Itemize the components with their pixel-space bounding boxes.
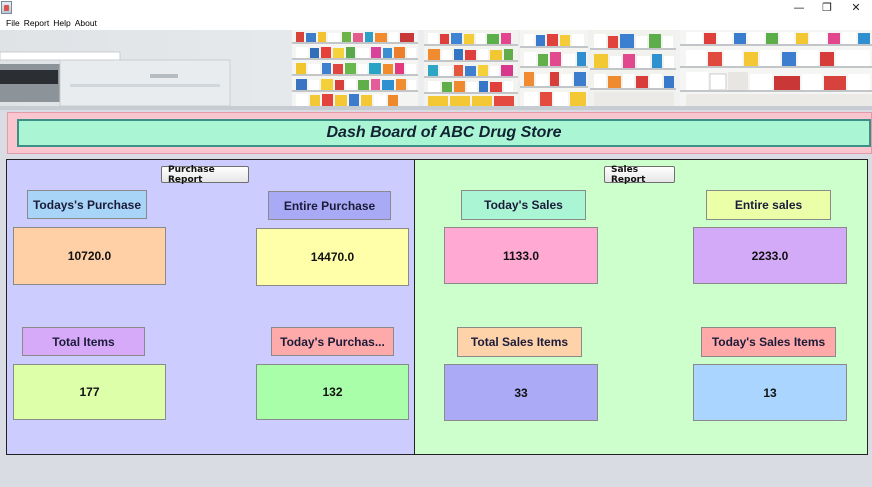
todays-sales-value: 1133.0	[444, 227, 598, 284]
purchase-report-button[interactable]: Purchase Report	[161, 165, 249, 185]
menu-about[interactable]: About	[75, 18, 97, 28]
total-sales-items-label: Total Sales Items	[457, 327, 582, 357]
entire-sales-value: 2233.0	[693, 227, 847, 284]
todays-purchase-label: Todays's Purchase	[27, 190, 147, 219]
purchase-report-panel: Purchase Report Todays's Purchase 10720.…	[6, 159, 415, 455]
sales-report-panel: Sales Report Today's Sales 1133.0 Entire…	[414, 159, 868, 455]
dashboard-title-box: Dash Board of ABC Drug Store	[17, 119, 871, 147]
todays-sales-items-label: Today's Sales Items	[701, 327, 836, 357]
total-items-value: 177	[13, 364, 166, 420]
sales-report-button[interactable]: Sales Report	[604, 165, 675, 185]
todays-purchase-items-value: 132	[256, 364, 409, 420]
menu-help[interactable]: Help	[53, 18, 70, 28]
entire-sales-label: Entire sales	[706, 190, 831, 220]
java-app-icon	[1, 1, 12, 14]
total-items-label: Total Items	[22, 327, 145, 356]
todays-purchase-items-label: Today's Purchas...	[271, 327, 394, 356]
total-sales-items-value: 33	[444, 364, 598, 421]
entire-purchase-label: Entire Purchase	[268, 191, 391, 220]
pharmacy-banner-image	[0, 30, 872, 106]
minimize-button[interactable]: —	[784, 0, 814, 15]
menu-file[interactable]: File	[6, 18, 20, 28]
window-title-bar	[0, 0, 872, 16]
dashboard-title: Dash Board of ABC Drug Store	[326, 124, 562, 141]
banner-divider	[0, 106, 872, 110]
menu-bar: File Report Help About	[0, 16, 872, 30]
close-button[interactable]: ✕	[841, 0, 871, 15]
maximize-button[interactable]: ❐	[812, 0, 842, 15]
menu-report[interactable]: Report	[24, 18, 50, 28]
entire-purchase-value: 14470.0	[256, 228, 409, 286]
todays-sales-label: Today's Sales	[461, 190, 586, 220]
todays-purchase-value: 10720.0	[13, 227, 166, 285]
todays-sales-items-value: 13	[693, 364, 847, 421]
